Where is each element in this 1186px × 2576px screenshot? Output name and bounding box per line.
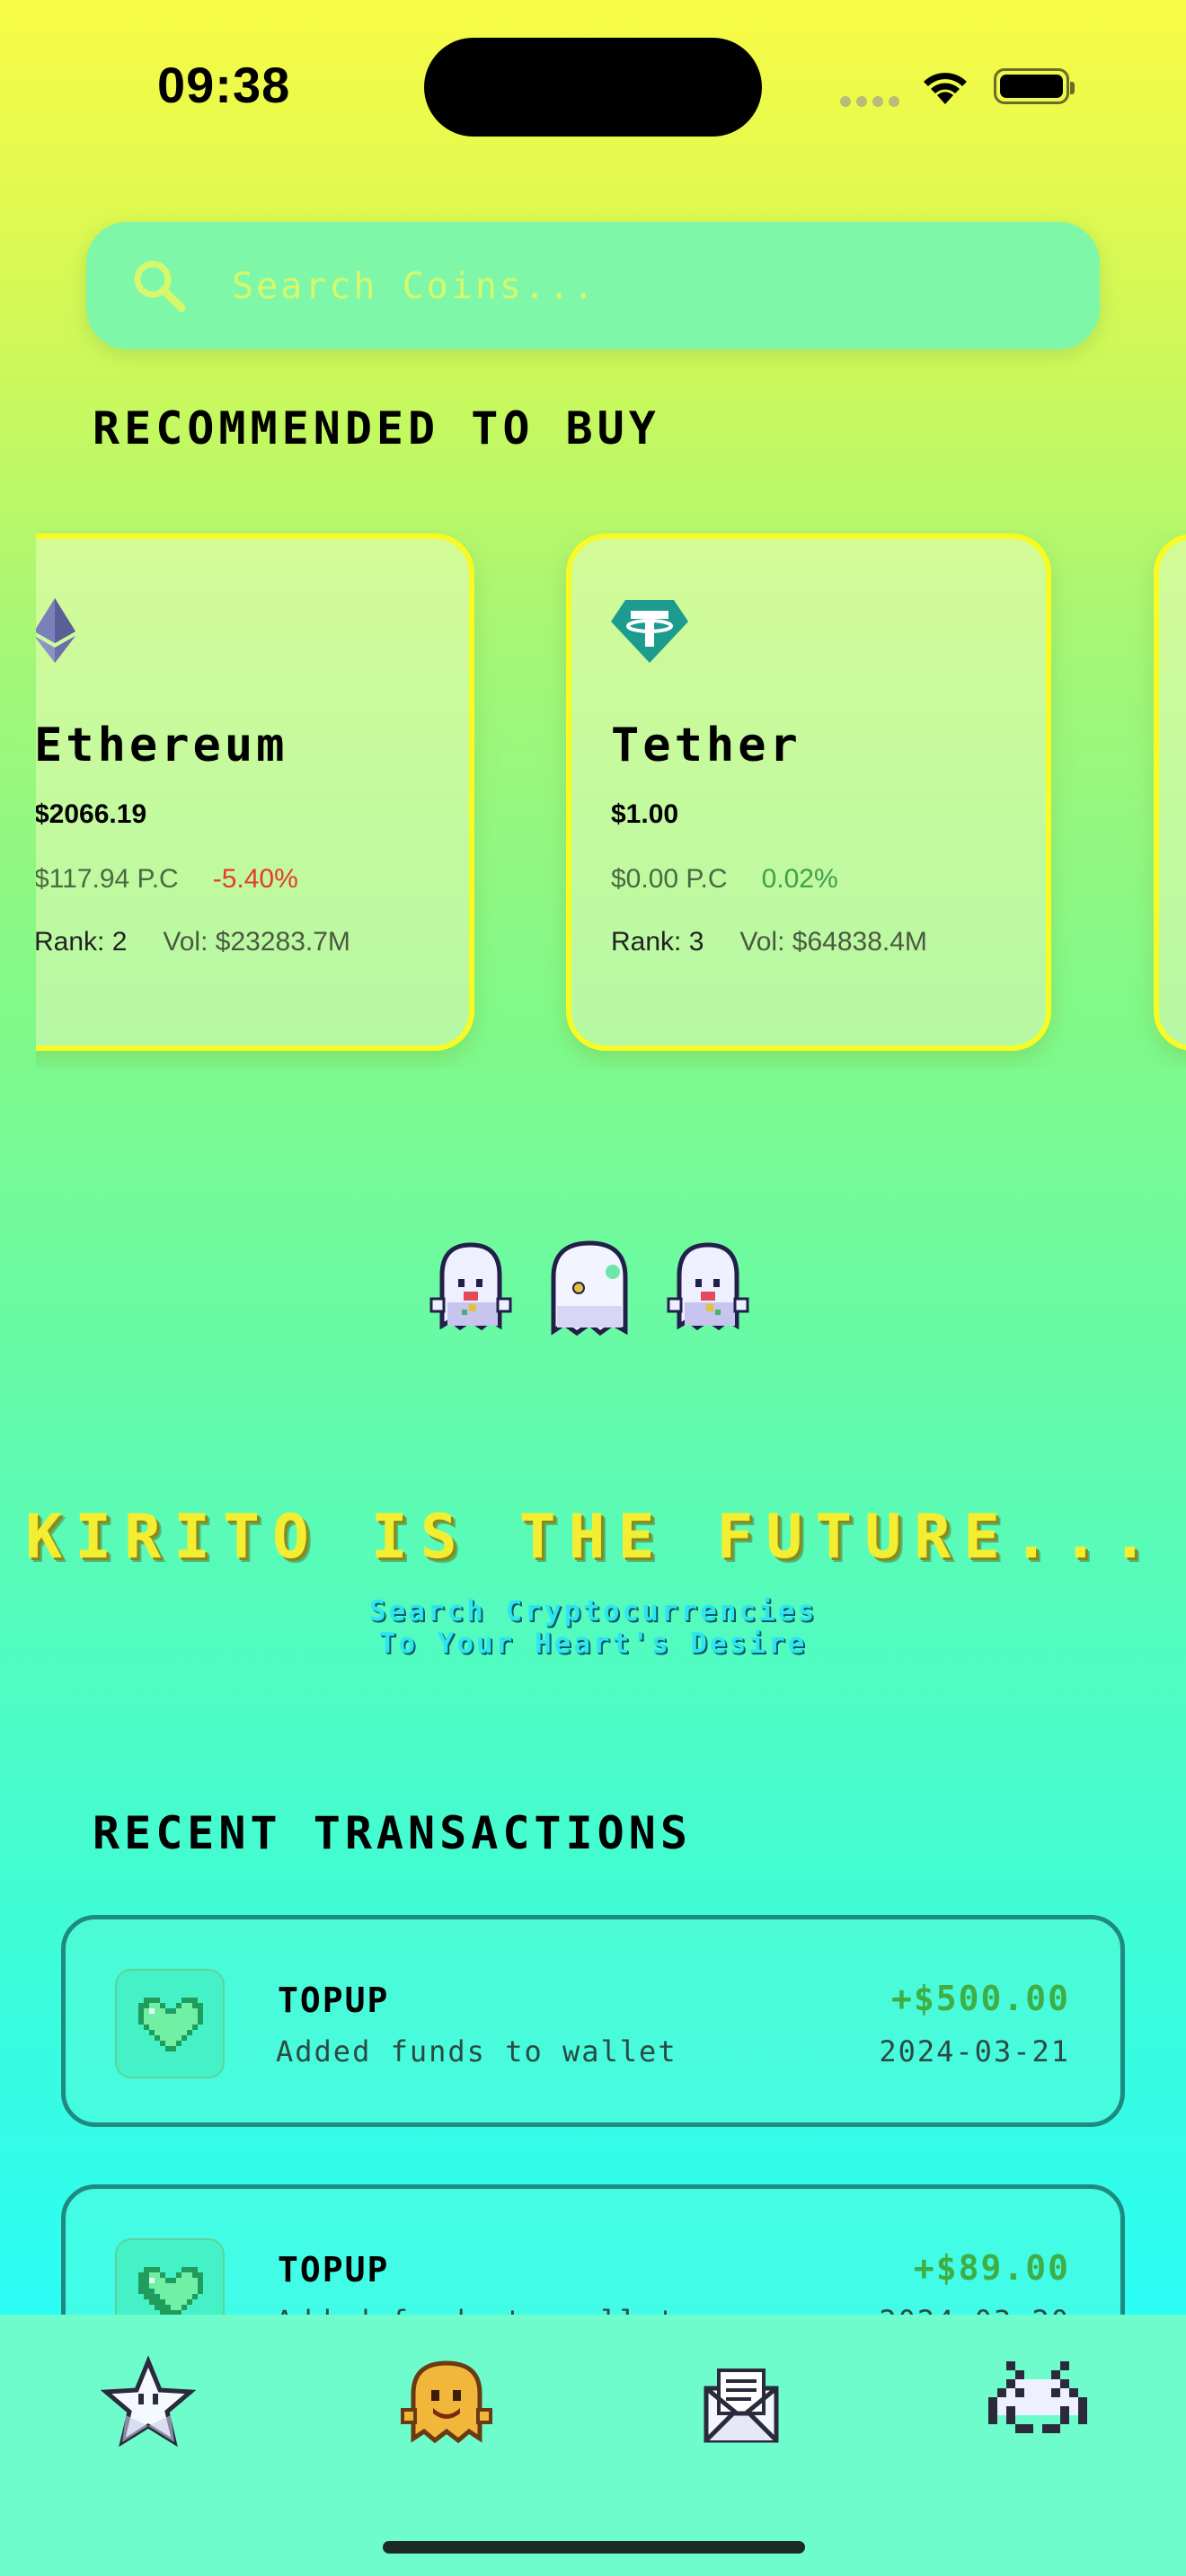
star-icon — [100, 2355, 197, 2448]
transaction-amount: +$500.00 — [890, 1979, 1070, 2018]
coin-volume: Vol: $23283.7M — [163, 927, 350, 957]
wifi-icon — [918, 65, 972, 110]
coin-rank: Rank: 2 — [36, 927, 128, 957]
search-icon — [131, 258, 189, 319]
coin-card-tether[interactable]: Tether $1.00 $0.00 P.C 0.02% Rank: 3 Vol: … — [566, 534, 1051, 1051]
ghost-mascots-illustration — [428, 1238, 764, 1353]
tab-bar — [0, 2315, 1186, 2576]
search-bar[interactable] — [86, 222, 1100, 349]
search-input[interactable] — [230, 256, 1042, 317]
heart-icon — [138, 1998, 203, 2051]
hero-subtitle: Search Cryptocurrencies To Your Heart's … — [0, 1595, 1186, 1660]
coin-change: $0.00 P.C 0.02% — [611, 864, 838, 895]
coin-card-next[interactable] — [1154, 534, 1186, 1051]
transaction-amount: +$89.00 — [913, 2248, 1070, 2288]
cellular-signal-icon — [840, 93, 905, 110]
coin-stats: Rank: 2 Vol: $23283.7M — [36, 927, 350, 957]
coin-volume: Vol: $64838.4M — [739, 927, 927, 957]
coin-change-percent: -5.40% — [212, 864, 298, 894]
dynamic-island — [424, 38, 762, 137]
coin-change-percent: 0.02% — [761, 864, 838, 894]
transaction-type: TOPUP — [278, 2250, 390, 2289]
tab-favorites[interactable] — [99, 2352, 198, 2451]
hero-title: KIRITO IS THE FUTURE... — [25, 1502, 1161, 1573]
coin-stats: Rank: 3 Vol: $64838.4M — [611, 927, 927, 957]
tether-icon — [611, 598, 688, 666]
coin-change-value: $117.94 P.C — [36, 864, 179, 894]
coin-change: $117.94 P.C -5.40% — [36, 864, 298, 895]
recommended-title: RECOMMENDED TO BUY — [93, 402, 660, 454]
battery-icon — [994, 68, 1075, 104]
hero-subtitle-line-2: To Your Heart's Desire — [378, 1628, 808, 1660]
coin-price: $2066.19 — [36, 799, 147, 829]
coin-name: Ethereum — [36, 719, 288, 772]
tab-messages[interactable] — [692, 2352, 791, 2451]
transaction-icon-box — [115, 1969, 225, 2078]
coin-card-ethereum[interactable]: Ethereum $2066.19 $117.94 P.C -5.40% Rank… — [36, 534, 474, 1051]
coin-rank: Rank: 3 — [611, 927, 704, 957]
space-invader-icon — [988, 2361, 1087, 2433]
home-indicator — [383, 2541, 805, 2554]
mail-icon — [704, 2369, 779, 2443]
transaction-date: 2024-03-21 — [879, 2034, 1070, 2069]
ethereum-icon — [36, 598, 75, 666]
tab-games[interactable] — [988, 2352, 1087, 2451]
heart-icon — [138, 2267, 203, 2321]
transaction-row[interactable]: TOPUP Added funds to wallet +$500.00 202… — [61, 1915, 1125, 2127]
transaction-type: TOPUP — [278, 1981, 390, 2020]
coin-price: $1.00 — [611, 799, 679, 829]
recommended-carousel[interactable]: Ethereum $2066.19 $117.94 P.C -5.40% Rank… — [36, 530, 1186, 1069]
hero-subtitle-line-1: Search Cryptocurrencies — [368, 1595, 818, 1628]
coin-name: Tether — [611, 719, 801, 772]
status-time: 09:38 — [157, 57, 291, 113]
coin-change-value: $0.00 P.C — [611, 864, 728, 894]
transaction-description: Added funds to wallet — [276, 2034, 677, 2069]
ghost-icon — [401, 2360, 492, 2444]
recent-transactions-title: RECENT TRANSACTIONS — [93, 1807, 692, 1859]
tab-home[interactable] — [397, 2352, 496, 2451]
